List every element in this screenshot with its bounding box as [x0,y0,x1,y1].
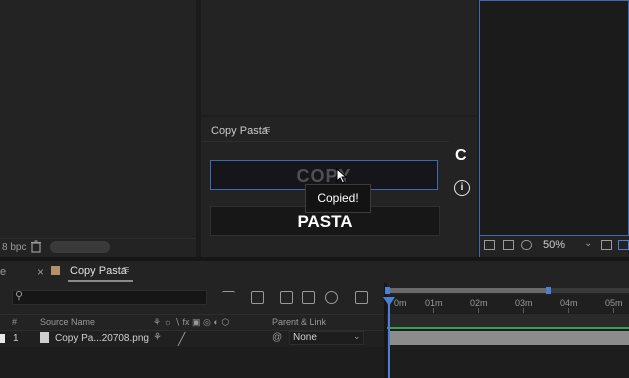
chevron-down-icon[interactable]: ⌄ [584,238,592,249]
trash-icon[interactable] [30,240,42,253]
graph-editor-icon[interactable] [355,291,368,304]
panel-menu-icon[interactable]: ≡ [264,124,270,136]
ruler-label: 01m [425,298,443,308]
ruler-tick [568,308,569,313]
mask-visibility-icon[interactable] [521,240,532,250]
ruler-label: 02m [470,298,488,308]
copy-pasta-logo: C [455,147,467,164]
file-icon [40,332,49,343]
ruler-tick [613,308,614,313]
tab-menu-icon[interactable]: ≡ [123,264,129,276]
column-number[interactable]: # [12,317,17,327]
playhead-line[interactable] [388,298,390,378]
ruler-label: 05m [605,298,623,308]
motion-blur-icon[interactable] [325,291,338,304]
layer-duration-bar[interactable] [389,331,629,345]
quality-switch-icon[interactable]: ╱ [178,332,185,346]
project-scrollbar[interactable] [50,241,110,253]
panel-separator [201,141,477,142]
work-area-start-handle[interactable] [385,287,390,294]
label-color-swatch [51,266,60,275]
bpc-label[interactable]: 8 bpc [2,242,26,253]
zoom-level[interactable]: 50% [543,239,565,251]
shy-switch-icon[interactable]: ⚘ [153,332,162,343]
chevron-down-icon[interactable]: ⌄ [353,331,361,342]
ruler-label: 03m [515,298,533,308]
ruler-label: 0m [394,298,407,308]
draft-3d-icon[interactable] [251,291,264,304]
switches-icons: ⚘ ☼ ∖ fx ▣ ◎ ◐ ⬡ [153,317,230,327]
shy-layers-icon[interactable] [280,291,293,304]
column-source-name[interactable]: Source Name [40,317,95,327]
parent-value: None [293,332,317,343]
visibility-toggle[interactable] [0,334,5,343]
pickwhip-icon[interactable]: @ [272,332,282,343]
timeline-empty-area [387,347,629,378]
ruler-tick [433,308,434,313]
work-area-rest [549,288,629,293]
info-icon[interactable]: i [454,180,470,196]
monitor-icon[interactable] [503,240,514,250]
time-ruler[interactable] [387,295,629,314]
mouse-cursor-icon [336,168,348,184]
region-of-interest-icon[interactable] [601,240,612,250]
project-panel [0,0,196,257]
search-icon: ⚲ [15,290,24,302]
work-area-range[interactable] [387,288,549,293]
comp-flowchart-icon[interactable] [222,291,235,304]
active-tab-indicator [68,280,133,282]
column-parent-link[interactable]: Parent & Link [272,317,326,327]
fast-preview-icon[interactable] [618,240,629,250]
render-progress-bar [387,327,629,329]
layer-number: 1 [13,333,19,344]
layer-name[interactable]: Copy Pa...20708.png [55,333,149,344]
frame-blending-icon[interactable] [302,291,315,304]
effects-panel [201,0,477,115]
tab-composition[interactable]: Copy Pasta [70,265,127,277]
track-header-band [387,314,629,328]
composition-viewer[interactable] [479,0,629,236]
ruler-tick [478,308,479,313]
ruler-label: 04m [560,298,578,308]
ruler-tick [523,308,524,313]
work-area-end-handle[interactable] [546,287,551,294]
snapshot-icon[interactable] [484,240,495,250]
tab-previous[interactable]: e [0,266,6,278]
close-icon[interactable]: × [37,265,44,279]
panel-title: Copy Pasta [211,125,268,137]
copied-tooltip: Copied! [305,184,371,213]
layer-search-input[interactable] [12,290,207,305]
playhead-handle[interactable] [383,297,395,306]
